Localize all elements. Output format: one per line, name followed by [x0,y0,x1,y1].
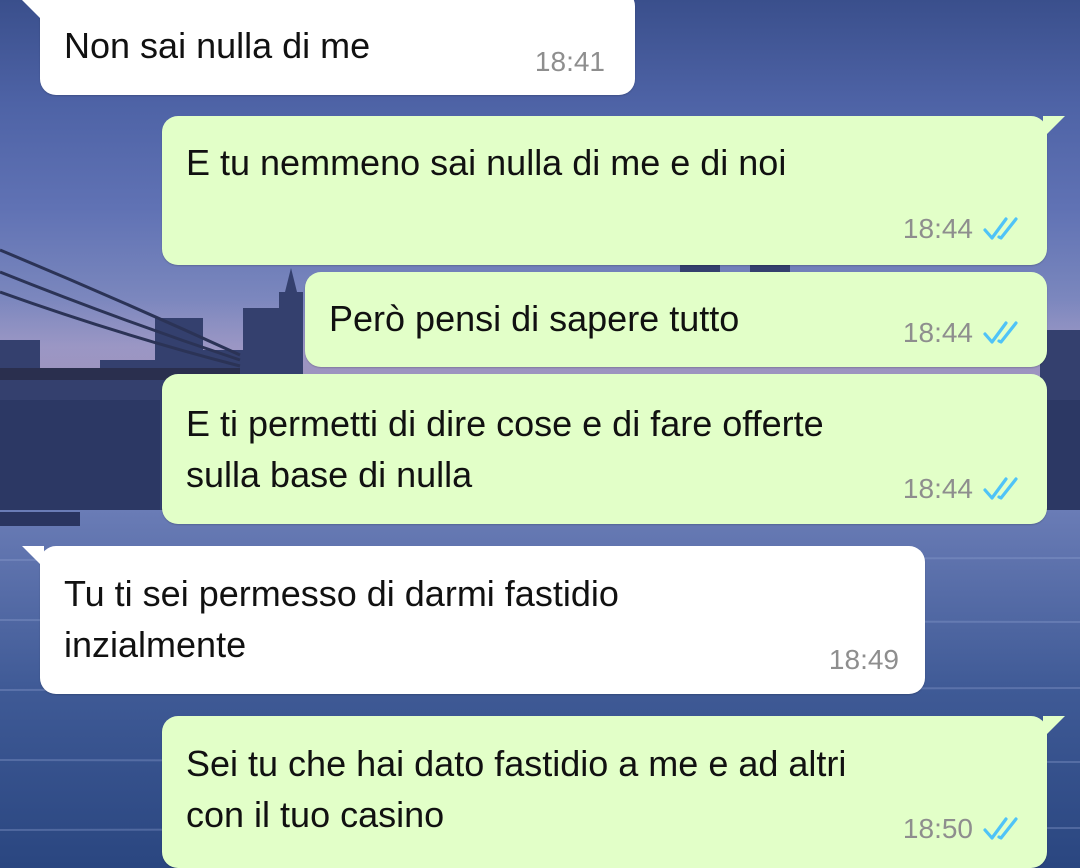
bubble-tail [22,546,44,568]
message-meta: 18:44 [903,317,1023,349]
message-text: E ti permetti di dire cose e di fare off… [186,403,824,495]
message-time: 18:49 [828,644,899,675]
message-text: Però pensi di sapere tutto [329,298,740,339]
double-check-read-icon [983,477,1018,500]
bubble-tail [22,0,44,22]
message-time: 18:44 [902,317,973,348]
double-check-read-icon [983,217,1018,240]
double-check-read-icon [983,817,1018,840]
chat-screen: Non sai nulla di me 18:41 E tu nemmeno s… [0,0,1080,868]
message-meta: 18:49 [829,644,899,676]
message-time: 18:50 [902,813,973,844]
outgoing-message-bubble[interactable]: Però pensi di sapere tutto 18:44 [305,272,1047,367]
message-meta: 18:50 [903,813,1023,845]
message-time: 18:41 [534,46,605,77]
outgoing-message-bubble[interactable]: E tu nemmeno sai nulla di me e di noi 18… [162,116,1065,265]
incoming-message-bubble[interactable]: Tu ti sei permesso di darmi fastidio inz… [22,546,925,694]
outgoing-message-bubble[interactable]: Sei tu che hai dato fastidio a me e ad a… [162,716,1065,868]
message-meta: 18:41 [535,46,605,78]
message-text: Non sai nulla di me [64,25,371,66]
incoming-message-bubble[interactable]: Non sai nulla di me 18:41 [22,0,635,95]
message-meta: 18:44 [903,213,1023,245]
message-text: E tu nemmeno sai nulla di me e di noi [186,142,787,183]
double-check-read-icon [983,321,1018,344]
message-time: 18:44 [902,213,973,244]
outgoing-message-bubble[interactable]: E ti permetti di dire cose e di fare off… [162,374,1047,524]
message-text: Tu ti sei permesso di darmi fastidio inz… [64,573,619,665]
bubble-tail [1043,116,1065,138]
message-time: 18:44 [902,473,973,504]
message-meta: 18:44 [903,473,1023,505]
bubble-tail [1043,716,1065,738]
message-text: Sei tu che hai dato fastidio a me e ad a… [186,743,847,835]
